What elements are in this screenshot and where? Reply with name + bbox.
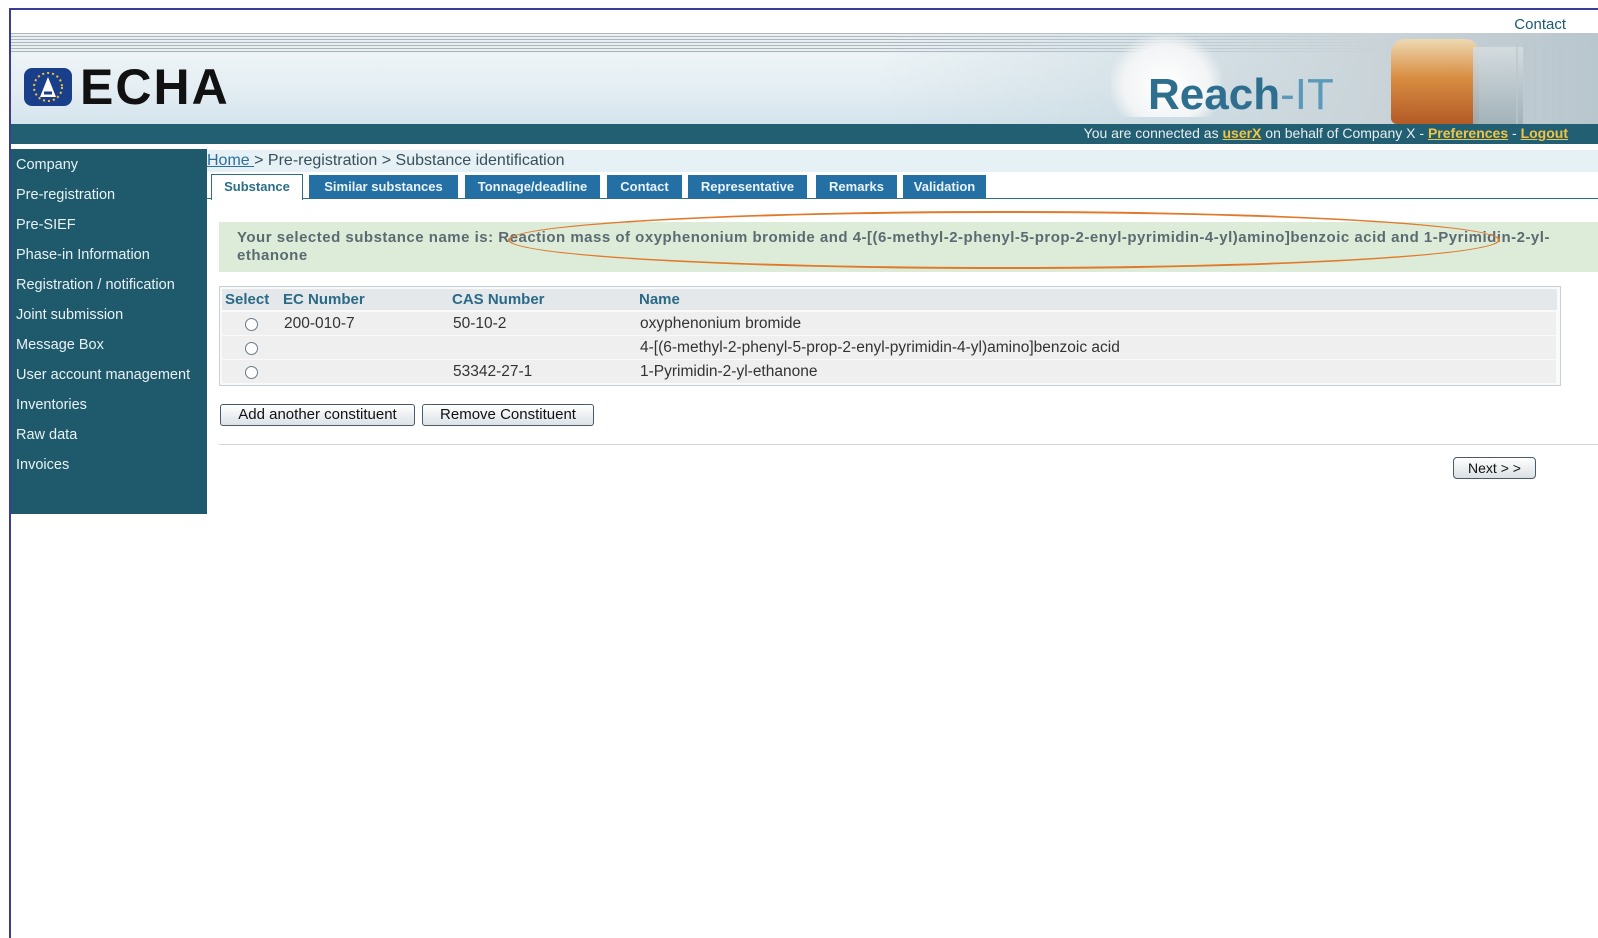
echa-emblem-icon [24, 68, 72, 106]
ec-number-cell: 200-010-7 [284, 315, 355, 332]
column-header-ec-number: EC Number [280, 289, 452, 310]
column-header-select: Select [222, 289, 283, 310]
sidebar-nav: Company Pre-registration Pre-SIEF Phase-… [11, 149, 207, 514]
tab-similar-substances[interactable]: Similar substances [309, 175, 458, 198]
contact-link[interactable]: Contact [1514, 16, 1566, 33]
sidebar-item-joint-submission[interactable]: Joint submission [11, 300, 207, 330]
tab-representative[interactable]: Representative [688, 175, 807, 198]
connection-separator: - [1508, 125, 1521, 141]
table-row [222, 312, 1556, 335]
sidebar-item-message-box[interactable]: Message Box [11, 330, 207, 360]
name-cell: 1-Pyrimidin-2-yl-ethanone [640, 363, 818, 380]
logo-text: ECHA [80, 59, 230, 115]
connection-middle: on behalf of Company X - [1261, 125, 1428, 141]
tab-validation[interactable]: Validation [903, 175, 986, 198]
sidebar-item-pre-sief[interactable]: Pre-SIEF [11, 210, 207, 240]
column-header-name: Name [635, 289, 1557, 310]
tab-contact[interactable]: Contact [607, 175, 682, 198]
highlight-oval-annotation [508, 211, 1500, 269]
sidebar-item-company[interactable]: Company [11, 149, 207, 180]
app-name-suffix: -IT [1280, 70, 1334, 119]
app-name-main: Reach [1148, 70, 1281, 119]
header-banner [11, 33, 1598, 124]
user-link[interactable]: userX [1222, 125, 1261, 141]
preferences-link[interactable]: Preferences [1428, 125, 1508, 141]
sidebar-item-user-account-management[interactable]: User account management [11, 360, 207, 390]
sidebar-item-registration-notification[interactable]: Registration / notification [11, 270, 207, 300]
cas-number-cell: 50-10-2 [453, 315, 507, 332]
next-button[interactable]: Next > > [1453, 457, 1536, 479]
echa-logo[interactable]: ECHA [24, 59, 230, 115]
tab-underline [207, 198, 1598, 199]
connection-bar: You are connected as userX on behalf of … [11, 124, 1598, 144]
reach-it-logo: Reach-IT [1148, 70, 1334, 120]
tab-substance[interactable]: Substance [211, 174, 303, 200]
sidebar-item-phase-in-information[interactable]: Phase-in Information [11, 240, 207, 270]
sidebar-item-invoices[interactable]: Invoices [11, 450, 207, 480]
constituents-table: Select EC Number CAS Number Name 200-010… [219, 286, 1561, 386]
table-row [222, 360, 1556, 383]
select-radio[interactable] [245, 342, 258, 355]
banner-beaker-image [1391, 39, 1479, 124]
divider [219, 444, 1598, 445]
name-cell: 4-[(6-methyl-2-phenyl-5-prop-2-enyl-pyri… [640, 339, 1120, 356]
window-frame-top [9, 8, 1598, 10]
banner-circuit-image [1516, 43, 1598, 124]
logout-link[interactable]: Logout [1521, 125, 1568, 141]
name-cell: oxyphenonium bromide [640, 315, 802, 332]
add-constituent-button[interactable]: Add another constituent [220, 404, 415, 426]
tab-remarks[interactable]: Remarks [816, 175, 897, 198]
sidebar-item-raw-data[interactable]: Raw data [11, 420, 207, 450]
sidebar-item-inventories[interactable]: Inventories [11, 390, 207, 420]
tab-tonnage-deadline[interactable]: Tonnage/deadline [465, 175, 600, 198]
breadcrumb: Home > Pre-registration > Substance iden… [207, 150, 1598, 172]
cas-number-cell: 53342-27-1 [453, 363, 533, 380]
sidebar-item-pre-registration[interactable]: Pre-registration [11, 180, 207, 210]
select-radio[interactable] [245, 318, 258, 331]
connection-prefix: You are connected as [1083, 125, 1223, 141]
select-radio[interactable] [245, 366, 258, 379]
breadcrumb-path: > Pre-registration > Substance identific… [254, 152, 565, 169]
breadcrumb-home-link[interactable]: Home [207, 152, 254, 169]
column-header-cas-number: CAS Number [449, 289, 638, 310]
remove-constituent-button[interactable]: Remove Constituent [422, 404, 594, 426]
